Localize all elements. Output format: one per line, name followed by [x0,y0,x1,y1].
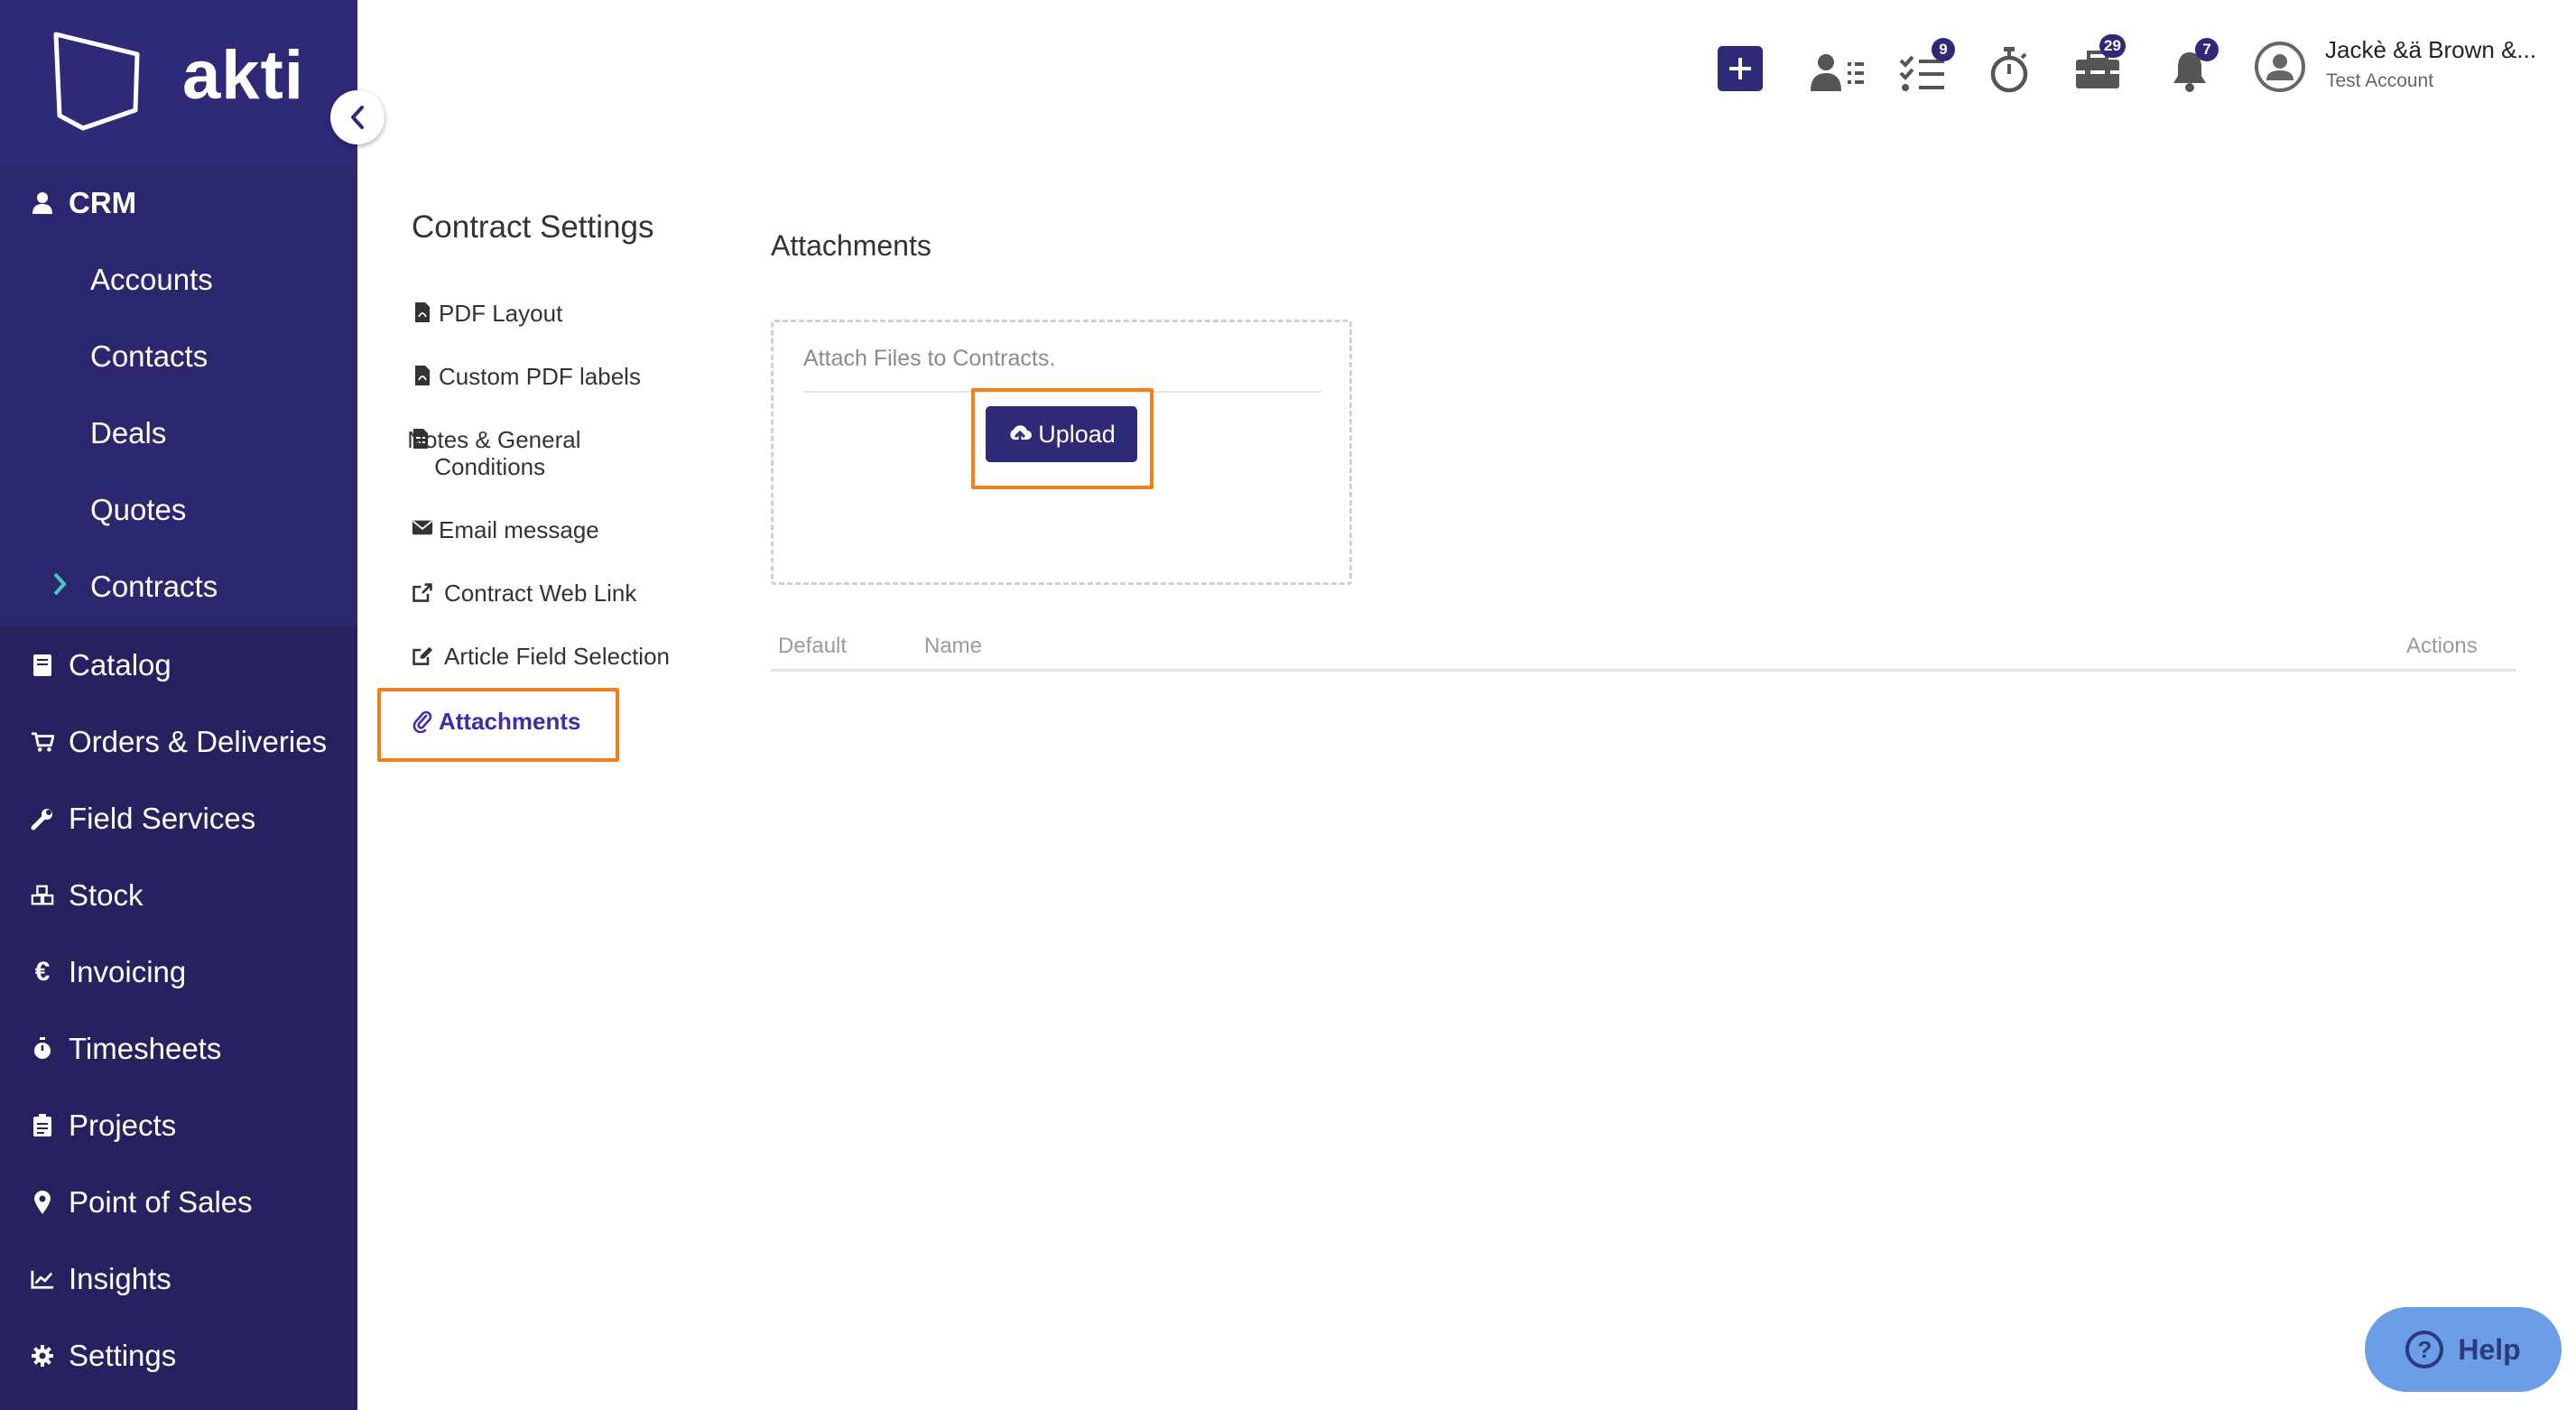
cart-icon [31,728,54,756]
crm-block: CRM Accounts Contacts Deals Quotes Contr… [0,164,357,626]
sidebar-item-label: Point of Sales [69,1184,253,1219]
sidebar-item-catalog[interactable]: Catalog [0,626,357,703]
settings-item-email-message[interactable]: Email message [412,516,599,544]
sidebar-item-orders[interactable]: Orders & Deliveries [0,703,357,780]
column-header-name[interactable]: Name [924,634,982,659]
upload-highlight [971,388,1154,489]
help-button[interactable]: ? Help [2365,1307,2562,1392]
sidebar-item-projects[interactable]: Projects [0,1087,357,1164]
chart-line-icon [31,1266,54,1293]
settings-item-label: Contract Web Link [444,580,637,607]
sidebar-item-accounts[interactable]: Accounts [0,241,357,318]
sidebar-item-contacts[interactable]: Contacts [0,318,357,394]
sidebar: akti CRM Accounts Contacts Deals Quotes … [0,0,357,1410]
settings-item-custom-pdf-labels[interactable]: Custom PDF labels [412,363,641,391]
sidebar-item-label: Settings [69,1338,177,1372]
users-list-icon [1811,54,1864,91]
pdf-file-icon [412,363,433,386]
collapse-sidebar-button[interactable] [330,90,385,144]
notifications-count-badge: 7 [2195,38,2219,61]
settings-item-article-field-selection[interactable]: Article Field Selection [412,643,670,671]
gear-icon [31,1342,54,1369]
settings-item-label: Article Field Selection [444,643,670,670]
user-name[interactable]: Jackè &ä Brown &... [2325,36,2536,64]
sidebar-item-insights[interactable]: Insights [0,1240,357,1317]
sidebar-item-stock[interactable]: Stock [0,857,357,933]
tasks-button[interactable]: 9 [1894,38,1955,99]
sidebar-item-label: Orders & Deliveries [69,724,328,758]
toolbox-count-badge: 29 [2099,34,2126,58]
pdf-file-icon [412,300,433,323]
sidebar-item-point-of-sales[interactable]: Point of Sales [0,1164,357,1240]
tasks-count-badge: 9 [1932,38,1955,61]
user-avatar[interactable] [2253,40,2307,94]
chevron-right-icon [53,572,67,596]
stopwatch-icon [1990,47,2028,93]
settings-menu-title: Contract Settings [412,209,654,245]
sidebar-item-label: Invoicing [69,954,187,988]
notifications-button[interactable]: 7 [2163,38,2219,97]
sidebar-item-settings[interactable]: Settings [0,1317,357,1394]
stopwatch-icon [31,1035,54,1062]
euro-icon: € [34,956,51,987]
logo-text: akti [182,37,304,114]
settings-item-label: Notes & General Conditions [407,426,581,480]
chevron-left-icon [351,106,364,129]
logo-area: akti [0,0,357,164]
add-button[interactable] [1713,42,1767,96]
sidebar-item-label: Field Services [69,801,256,835]
sidebar-item-label: Deals [90,415,167,450]
toolbox-button[interactable]: 29 [2071,34,2126,97]
timer-button[interactable] [1982,43,2036,97]
sidebar-item-label: Catalog [69,647,171,682]
sidebar-item-contracts[interactable]: Contracts [0,548,357,625]
sidebar-item-crm[interactable]: CRM [0,164,357,241]
sidebar-item-label: CRM [69,185,137,219]
sidebar-item-label: Insights [69,1261,171,1295]
edit-icon [412,643,433,668]
attachments-table-header: Default Name Actions [771,630,2516,672]
plus-square-icon [1718,46,1763,91]
column-header-default[interactable]: Default [778,634,847,659]
external-link-icon [412,580,433,605]
attachments-title: Attachments [771,229,931,262]
sidebar-nav: CRM Accounts Contacts Deals Quotes Contr… [0,164,357,1394]
settings-item-notes-general-conditions[interactable]: Notes & General Conditions [407,426,646,480]
user-icon [31,190,54,217]
sidebar-item-timesheets[interactable]: Timesheets [0,1010,357,1087]
settings-item-label: Email message [439,516,599,543]
sidebar-item-label: Stock [69,877,144,912]
sidebar-item-label: Quotes [90,492,187,526]
user-account: Test Account [2326,70,2434,91]
map-marker-icon [31,1189,54,1216]
dropzone-label: Attach Files to Contracts. [803,346,1056,371]
column-header-actions: Actions [2406,634,2478,658]
akti-logo-icon [53,32,140,131]
contacts-list-button[interactable] [1805,45,1868,99]
settings-item-label: Custom PDF labels [439,363,641,390]
settings-item-contract-web-link[interactable]: Contract Web Link [412,580,636,608]
sidebar-item-field-services[interactable]: Field Services [0,780,357,857]
sidebar-item-quotes[interactable]: Quotes [0,471,357,548]
wrench-icon [31,805,54,832]
sidebar-item-label: Timesheets [69,1031,222,1065]
question-circle-icon: ? [2405,1331,2444,1368]
settings-item-label: PDF Layout [439,300,563,327]
clipboard-icon [31,1112,54,1139]
cubes-icon [31,882,54,909]
book-icon [31,652,54,679]
sidebar-item-deals[interactable]: Deals [0,394,357,471]
sidebar-item-label: Projects [69,1108,177,1142]
sidebar-item-label: Contracts [90,569,218,603]
sidebar-item-label: Accounts [90,262,213,296]
envelope-icon [412,516,433,536]
help-label: Help [2458,1332,2521,1366]
sidebar-item-label: Contacts [90,339,208,373]
attachments-highlight [377,688,619,762]
user-circle-icon [2255,42,2305,92]
sidebar-item-invoicing[interactable]: € Invoicing [0,933,357,1010]
settings-item-pdf-layout[interactable]: PDF Layout [412,300,562,328]
